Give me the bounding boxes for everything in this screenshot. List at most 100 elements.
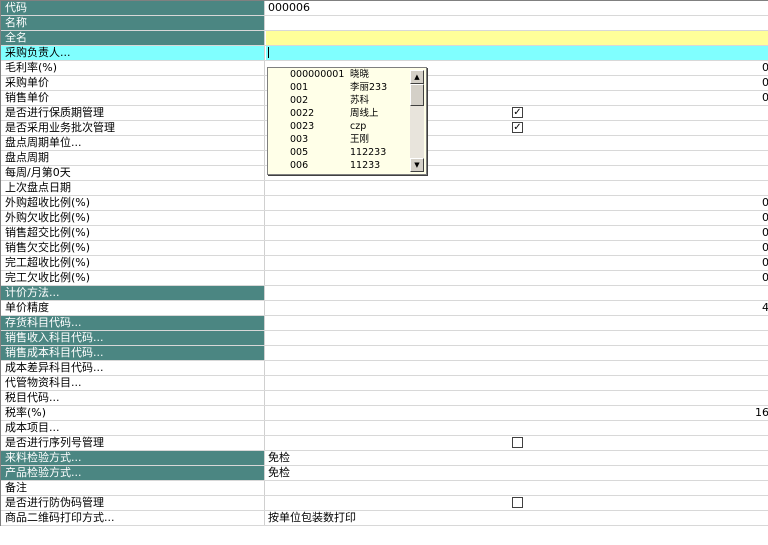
item-name: czp [350, 121, 367, 132]
scroll-up-icon[interactable]: ▲ [410, 70, 424, 84]
field-value[interactable]: 000006 [266, 1, 768, 15]
field-label: 来料检验方式... [1, 451, 265, 465]
dropdown-item[interactable]: 0022 周线上 [268, 107, 408, 120]
purchaser-dropdown[interactable]: 000000001 晓晓 001 李丽233 002 苏科 0022 周线上 0023 czp 00… [267, 67, 427, 175]
field-value[interactable]: 0 [266, 211, 768, 225]
item-name: 晓晓 [350, 69, 370, 80]
scroll-thumb[interactable] [410, 84, 424, 106]
grid-row[interactable]: 外购超收比例(%) 0 [1, 196, 768, 211]
checkbox[interactable] [512, 497, 523, 508]
dropdown-item[interactable]: 001 李丽233 [268, 81, 408, 94]
field-label: 全名 [1, 31, 265, 45]
field-value[interactable] [266, 346, 768, 360]
field-label: 税目代码... [1, 391, 265, 405]
field-label: 存货科目代码... [1, 316, 265, 330]
grid-row[interactable]: 税目代码... [1, 391, 768, 406]
field-label: 是否进行保质期管理 [1, 106, 265, 120]
checkbox[interactable]: ✓ [512, 107, 523, 118]
field-value[interactable] [266, 181, 768, 195]
grid-row[interactable]: 是否进行防伪码管理 [1, 496, 768, 511]
grid-row[interactable]: 商品二维码打印方式... 按单位包装数打印 [1, 511, 768, 526]
field-value[interactable] [266, 316, 768, 330]
field-label: 盘点周期单位... [1, 136, 265, 150]
item-code: 001 [290, 82, 309, 93]
checkbox[interactable]: ✓ [512, 122, 523, 133]
field-value[interactable] [266, 361, 768, 375]
grid-row[interactable]: 完工欠收比例(%) 0 [1, 271, 768, 286]
field-value[interactable] [266, 31, 768, 45]
field-value[interactable] [266, 46, 768, 60]
field-value[interactable]: 0 [266, 271, 768, 285]
field-value[interactable]: 16 [266, 406, 768, 420]
scroll-track[interactable] [410, 106, 424, 158]
grid-row[interactable]: 销售欠交比例(%) 0 [1, 241, 768, 256]
dropdown-item[interactable]: 005 112233 [268, 146, 408, 159]
purchaser-list: 000000001 晓晓 001 李丽233 002 苏科 0022 周线上 0023 czp 00… [268, 68, 408, 174]
grid-row[interactable]: 产品检验方式... 免检 [1, 466, 768, 481]
grid-row[interactable]: 销售成本科目代码... [1, 346, 768, 361]
field-value[interactable]: 0 [266, 196, 768, 210]
grid-row[interactable]: 采购负责人... [1, 46, 768, 61]
grid-row[interactable]: 销售收入科目代码... [1, 331, 768, 346]
grid-row[interactable]: 来料检验方式... 免检 [1, 451, 768, 466]
grid-row[interactable]: 单价精度 4 [1, 301, 768, 316]
dropdown-item[interactable]: 006 11233 [268, 159, 408, 172]
field-label: 产品检验方式... [1, 466, 265, 480]
scroll-down-icon[interactable]: ▼ [410, 158, 424, 172]
grid-row[interactable]: 存货科目代码... [1, 316, 768, 331]
field-label: 税率(%) [1, 406, 265, 420]
field-value[interactable]: 按单位包装数打印 [266, 511, 768, 525]
grid-row[interactable]: 代管物资科目... [1, 376, 768, 391]
grid-row[interactable]: 备注 [1, 481, 768, 496]
checkbox[interactable] [512, 437, 523, 448]
dropdown-scrollbar[interactable]: ▲ ▼ [410, 70, 424, 172]
field-value[interactable] [266, 331, 768, 345]
field-value[interactable] [266, 376, 768, 390]
field-label: 是否进行序列号管理 [1, 436, 265, 450]
field-value[interactable]: 0 [266, 226, 768, 240]
field-value[interactable] [266, 421, 768, 435]
field-label: 成本项目... [1, 421, 265, 435]
text-caret [268, 47, 269, 58]
field-label: 上次盘点日期 [1, 181, 265, 195]
field-value[interactable] [266, 286, 768, 300]
grid-row[interactable]: 外购欠收比例(%) 0 [1, 211, 768, 226]
field-value[interactable] [266, 391, 768, 405]
field-value[interactable] [266, 481, 768, 495]
grid-row[interactable]: 名称 [1, 16, 768, 31]
item-code: 0022 [290, 108, 315, 119]
item-name: 周线上 [350, 108, 379, 119]
item-code: 0023 [290, 121, 315, 132]
grid-row[interactable]: 代码 000006 [1, 1, 768, 16]
field-label: 销售收入科目代码... [1, 331, 265, 345]
grid-row[interactable]: 销售超交比例(%) 0 [1, 226, 768, 241]
grid-row[interactable]: 上次盘点日期 [1, 181, 768, 196]
field-value[interactable]: 4 [266, 301, 768, 315]
grid-row[interactable]: 完工超收比例(%) 0 [1, 256, 768, 271]
field-label: 毛利率(%) [1, 61, 265, 75]
grid-row[interactable]: 成本差异科目代码... [1, 361, 768, 376]
grid-row[interactable]: 是否进行序列号管理 [1, 436, 768, 451]
item-code: 002 [290, 95, 309, 106]
field-value[interactable]: 免检 [266, 466, 768, 480]
field-label: 销售单价 [1, 91, 265, 105]
item-name: 112233 [350, 147, 387, 158]
field-label: 成本差异科目代码... [1, 361, 265, 375]
field-value[interactable]: 免检 [266, 451, 768, 465]
dropdown-item[interactable]: 0023 czp [268, 120, 408, 133]
field-value[interactable]: 0 [266, 241, 768, 255]
grid-row[interactable]: 税率(%) 16 [1, 406, 768, 421]
dropdown-item[interactable]: 002 苏科 [268, 94, 408, 107]
grid-row[interactable]: 计价方法... [1, 286, 768, 301]
field-value[interactable]: 0 [266, 256, 768, 270]
grid-row[interactable]: 成本项目... [1, 421, 768, 436]
field-value[interactable] [266, 16, 768, 30]
dropdown-item[interactable]: 003 王刚 [268, 133, 408, 146]
field-label: 商品二维码打印方式... [1, 511, 265, 525]
dropdown-item[interactable]: 000000001 晓晓 [268, 68, 408, 81]
item-name: 11233 [350, 160, 381, 171]
field-label: 完工欠收比例(%) [1, 271, 265, 285]
field-label: 外购欠收比例(%) [1, 211, 265, 225]
grid-row[interactable]: 全名 [1, 31, 768, 46]
item-code: 003 [290, 134, 309, 145]
